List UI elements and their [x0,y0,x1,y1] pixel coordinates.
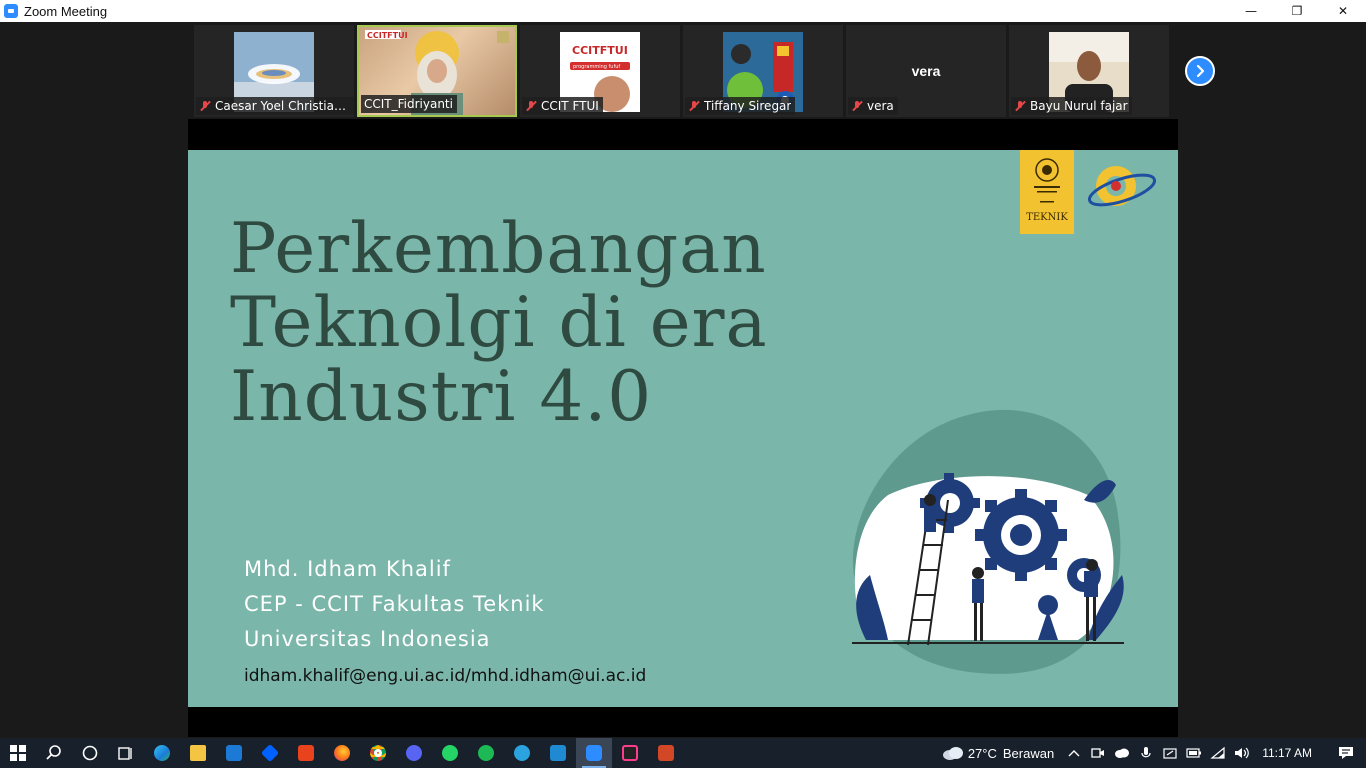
slide-title-line: Teknolgi di era [230,283,768,363]
participant-tile[interactable]: Caesar Yoel Christian ... [194,25,354,117]
slide-title-line: Perkembangan [230,209,767,289]
mic-muted-icon [1014,100,1026,112]
discord-icon[interactable] [396,738,432,768]
task-view-icon[interactable] [72,738,108,768]
participant-tile[interactable]: Bayu Nurul fajar [1009,25,1169,117]
taskbar-clock[interactable]: 11:17 AM [1262,746,1312,760]
participant-name: Tiffany Siregar [704,99,792,113]
participant-gallery: Caesar Yoel Christian ... CCITFTUI CCIT_… [0,22,1366,119]
participant-namebar: Tiffany Siregar [685,97,796,115]
telegram-icon[interactable] [504,738,540,768]
participant-tile[interactable]: Tiffany Siregar [683,25,843,117]
widgets-icon[interactable] [108,738,144,768]
spotify-icon[interactable] [468,738,504,768]
ui-teknik-badge: TEKNIK [1020,150,1074,234]
restore-button[interactable]: ❐ [1274,0,1320,22]
gears-illustration [852,409,1124,674]
window-controls: — ❐ ✕ [1228,0,1366,22]
office-icon[interactable] [288,738,324,768]
presenter-info: Mhd. Idham Khalif CEP - CCIT Fakultas Te… [244,552,545,657]
window-titlebar: Zoom Meeting — ❐ ✕ [0,0,1366,22]
powerpoint-icon[interactable] [648,738,684,768]
whatsapp-icon[interactable] [432,738,468,768]
weather-temperature[interactable]: 27°C [968,746,997,761]
onedrive-icon[interactable] [1110,738,1134,768]
participant-namebar: vera [848,97,898,115]
cep-ccit-logo [1087,166,1157,207]
windows-start-icon[interactable] [0,738,36,768]
participant-name: vera [867,99,894,113]
chevron-up-icon[interactable] [1062,738,1086,768]
zoom-app-icon [4,4,18,18]
minimize-button[interactable]: — [1228,0,1274,22]
mic-muted-icon [199,100,211,112]
participant-video-off-name: vera [911,63,941,79]
system-tray: 27°C Berawan 11:17 AM [938,738,1366,768]
svg-text:CCITFTUI: CCITFTUI [572,44,628,57]
vscode-icon[interactable] [540,738,576,768]
app-pink-icon[interactable] [612,738,648,768]
participant-tile[interactable]: vera vera [846,25,1006,117]
microphone-icon[interactable] [1134,738,1158,768]
chrome-icon[interactable] [360,738,396,768]
participant-name: CCIT_Fidriyanti [364,97,453,111]
search-icon[interactable] [36,738,72,768]
presenter-email: idham.khalif@eng.ui.ac.id/mhd.idham@ui.a… [244,666,647,686]
participant-tile-active-speaker[interactable]: CCITFTUI CCIT_Fidriyanti [357,25,517,117]
participant-namebar: Caesar Yoel Christian ... [196,97,354,115]
presenter-university: Universitas Indonesia [244,627,491,651]
meet-now-icon[interactable] [1086,738,1110,768]
participant-name: Bayu Nurul fajar [1030,99,1128,113]
participant-namebar: CCIT_Fidriyanti [361,95,457,113]
mail-icon[interactable] [216,738,252,768]
battery-icon[interactable] [1182,738,1206,768]
presentation-slide: Perkembangan Teknolgi di era Industri 4.… [188,150,1178,707]
presenter-affiliation: CEP - CCIT Fakultas Teknik [244,592,545,616]
weather-description[interactable]: Berawan [1003,746,1054,761]
badge-text: TEKNIK [1026,212,1068,223]
slide-title-line: Industri 4.0 [230,357,653,437]
participant-tile[interactable]: CCITFTUI programming fufuf CCIT FTUI [520,25,680,117]
presenter-name: Mhd. Idham Khalif [244,557,451,581]
close-button[interactable]: ✕ [1320,0,1366,22]
edge-icon[interactable] [144,738,180,768]
windows-taskbar: 27°C Berawan 11:17 AM [0,738,1366,768]
pen-device-icon[interactable] [1158,738,1182,768]
participant-name: CCIT FTUI [541,99,599,113]
chevron-right-icon[interactable] [1185,56,1215,86]
firefox-icon[interactable] [324,738,360,768]
mic-muted-icon [851,100,863,112]
mic-muted-icon [525,100,537,112]
participant-name: Caesar Yoel Christian ... [215,99,350,113]
file-explorer-icon[interactable] [180,738,216,768]
wifi-icon[interactable] [1206,738,1230,768]
volume-icon[interactable] [1230,738,1254,768]
notifications-icon[interactable] [1326,738,1366,768]
dropbox-icon[interactable] [252,738,288,768]
mic-muted-icon [688,100,700,112]
zoom-taskbar-icon[interactable] [576,738,612,768]
window-title: Zoom Meeting [24,3,108,19]
participant-namebar: Bayu Nurul fajar [1011,97,1132,115]
cloud-weather-icon [938,738,968,768]
svg-text:programming fufuf: programming fufuf [573,64,620,70]
participant-namebar: CCIT FTUI [522,97,603,115]
svg-text:CCITFTUI: CCITFTUI [367,31,408,40]
slide-title: Perkembangan Teknolgi di era Industri 4.… [230,212,870,434]
